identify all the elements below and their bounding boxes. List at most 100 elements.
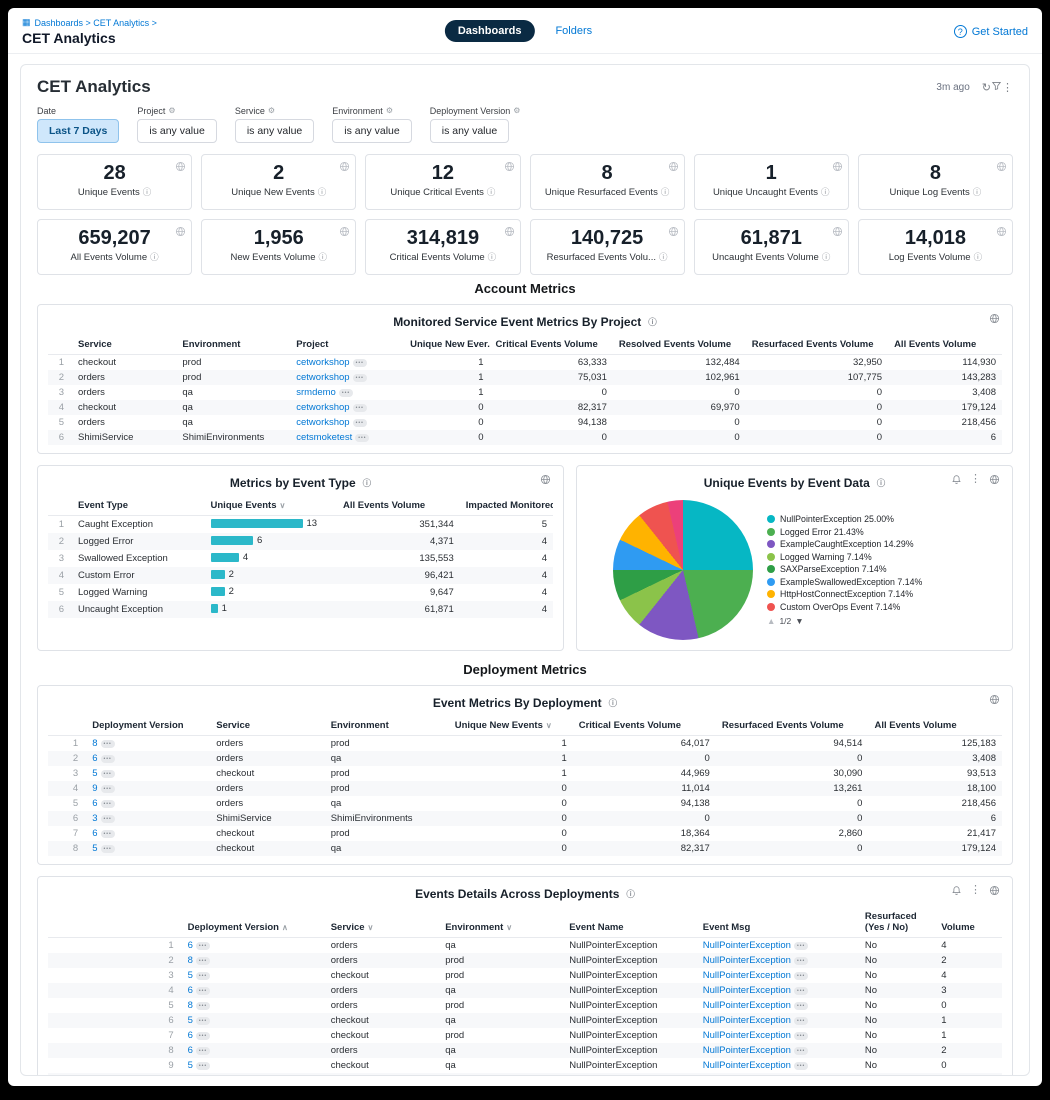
gear-icon[interactable]: ⚙ xyxy=(168,107,175,115)
column-header[interactable]: Service∨ xyxy=(325,907,439,938)
cell-link[interactable]: 9 xyxy=(92,783,97,794)
cell-link[interactable]: NullPointerException xyxy=(703,940,791,951)
globe-icon[interactable] xyxy=(175,226,186,237)
column-header[interactable]: Deployment Version∧ xyxy=(182,907,325,938)
info-icon[interactable]: ⓘ xyxy=(143,187,152,197)
info-icon[interactable]: ⓘ xyxy=(487,187,496,197)
legend-item[interactable]: Logged Error 21.43% xyxy=(767,527,947,537)
breadcrumb[interactable]: Dashboards > CET Analytics > xyxy=(35,18,157,28)
gear-icon[interactable]: ⚙ xyxy=(268,107,275,115)
globe-icon[interactable] xyxy=(668,226,679,237)
globe-icon[interactable] xyxy=(996,226,1007,237)
globe-icon[interactable] xyxy=(832,161,843,172)
info-icon[interactable]: ⓘ xyxy=(877,477,886,489)
legend-page-down-icon[interactable]: ▼ xyxy=(795,616,803,626)
tab-folders[interactable]: Folders xyxy=(542,20,605,42)
drill-menu-badge[interactable]: ••• xyxy=(355,434,369,442)
column-header[interactable]: Resurfaced Events Volume xyxy=(746,335,888,355)
column-header[interactable]: Environment xyxy=(176,335,290,355)
filter-value-date[interactable]: Last 7 Days xyxy=(37,119,119,143)
column-header[interactable]: Event Msg xyxy=(697,907,859,938)
info-icon[interactable]: ⓘ xyxy=(626,888,635,900)
column-header[interactable]: Service xyxy=(72,335,176,355)
drill-menu-badge[interactable]: ••• xyxy=(353,419,367,427)
column-header[interactable]: Resolved Events Volume xyxy=(613,335,746,355)
drill-menu-badge[interactable]: ••• xyxy=(101,785,115,793)
column-header[interactable]: Resurfaced Events Volume xyxy=(716,716,869,736)
cell-link[interactable]: 5 xyxy=(188,1015,193,1026)
column-header[interactable]: Unique New Events∨ xyxy=(449,716,573,736)
drill-menu-badge[interactable]: ••• xyxy=(101,815,115,823)
drill-menu-badge[interactable]: ••• xyxy=(196,1017,210,1025)
drill-menu-badge[interactable]: ••• xyxy=(196,957,210,965)
info-icon[interactable]: ⓘ xyxy=(659,252,668,262)
pie-chart[interactable] xyxy=(613,500,753,640)
column-header[interactable]: Event Type xyxy=(72,496,205,516)
drill-menu-badge[interactable]: ••• xyxy=(353,374,367,382)
info-icon[interactable]: ⓘ xyxy=(822,252,831,262)
drill-menu-badge[interactable]: ••• xyxy=(101,755,115,763)
kebab-icon[interactable]: ⋮ xyxy=(970,885,981,896)
column-header[interactable]: Environment xyxy=(325,716,449,736)
legend-item[interactable]: ExampleCaughtException 14.29% xyxy=(767,539,947,549)
get-started-link[interactable]: ? Get Started xyxy=(954,25,1028,38)
globe-icon[interactable] xyxy=(339,161,350,172)
info-icon[interactable]: ⓘ xyxy=(648,316,657,328)
cell-link[interactable]: 5 xyxy=(92,843,97,854)
cell-link[interactable]: 5 xyxy=(188,1060,193,1071)
kebab-icon[interactable]: ⋮ xyxy=(1002,83,1013,94)
info-icon[interactable]: ⓘ xyxy=(150,252,159,262)
cell-link[interactable]: 6 xyxy=(92,798,97,809)
refresh-icon[interactable]: ↻ xyxy=(982,83,991,94)
cell-link[interactable]: NullPointerException xyxy=(703,970,791,981)
column-header[interactable]: All Events Volume xyxy=(888,335,1002,355)
gear-icon[interactable]: ⚙ xyxy=(513,107,520,115)
globe-icon[interactable] xyxy=(989,885,1000,896)
drill-menu-badge[interactable]: ••• xyxy=(196,1047,210,1055)
drill-menu-badge[interactable]: ••• xyxy=(101,830,115,838)
filter-value-deployment-version[interactable]: is any value xyxy=(430,119,509,143)
legend-pager[interactable]: ▲ 1/2 ▼ xyxy=(767,616,947,626)
drill-menu-badge[interactable]: ••• xyxy=(101,800,115,808)
cell-link[interactable]: NullPointerException xyxy=(703,955,791,966)
filter-icon[interactable] xyxy=(991,80,1002,91)
info-icon[interactable]: ⓘ xyxy=(363,477,372,489)
cell-link[interactable]: cetsmoketest xyxy=(296,432,352,443)
globe-icon[interactable] xyxy=(504,226,515,237)
drill-menu-badge[interactable]: ••• xyxy=(794,1017,808,1025)
cell-link[interactable]: 6 xyxy=(188,1030,193,1041)
drill-menu-badge[interactable]: ••• xyxy=(101,770,115,778)
info-icon[interactable]: ⓘ xyxy=(488,252,497,262)
column-header[interactable]: Environment∨ xyxy=(439,907,563,938)
cell-link[interactable]: NullPointerException xyxy=(703,1030,791,1041)
drill-menu-badge[interactable]: ••• xyxy=(794,972,808,980)
globe-icon[interactable] xyxy=(996,161,1007,172)
cell-link[interactable]: srmdemo xyxy=(296,387,336,398)
cell-link[interactable]: 6 xyxy=(92,753,97,764)
cell-link[interactable]: NullPointerException xyxy=(703,985,791,996)
cell-link[interactable]: 6 xyxy=(188,940,193,951)
column-header[interactable]: All Events Volume xyxy=(337,496,460,516)
drill-menu-badge[interactable]: ••• xyxy=(794,1032,808,1040)
cell-link[interactable]: cetworkshop xyxy=(296,417,349,428)
legend-page-up-icon[interactable]: ▲ xyxy=(767,616,775,626)
cell-link[interactable]: 5 xyxy=(188,1075,193,1076)
cell-link[interactable]: 8 xyxy=(188,955,193,966)
legend-item[interactable]: HttpHostConnectException 7.14% xyxy=(767,589,947,599)
column-header[interactable]: Impacted Monitored Services xyxy=(460,496,553,516)
globe-icon[interactable] xyxy=(339,226,350,237)
column-header[interactable]: Volume xyxy=(935,907,1002,938)
column-header[interactable]: All Events Volume xyxy=(868,716,1002,736)
drill-menu-badge[interactable]: ••• xyxy=(794,1062,808,1070)
info-icon[interactable]: ⓘ xyxy=(318,252,327,262)
column-header[interactable]: Critical Events Volume xyxy=(573,716,716,736)
cell-link[interactable]: NullPointerException xyxy=(703,1045,791,1056)
drill-menu-badge[interactable]: ••• xyxy=(101,845,115,853)
legend-item[interactable]: SAXParseException 7.14% xyxy=(767,564,947,574)
column-header[interactable]: Project xyxy=(290,335,404,355)
cell-link[interactable]: 8 xyxy=(188,1000,193,1011)
drill-menu-badge[interactable]: ••• xyxy=(101,740,115,748)
column-header[interactable]: Service xyxy=(210,716,324,736)
cell-link[interactable]: NullPointerException xyxy=(703,1015,791,1026)
cell-link[interactable]: 8 xyxy=(92,738,97,749)
